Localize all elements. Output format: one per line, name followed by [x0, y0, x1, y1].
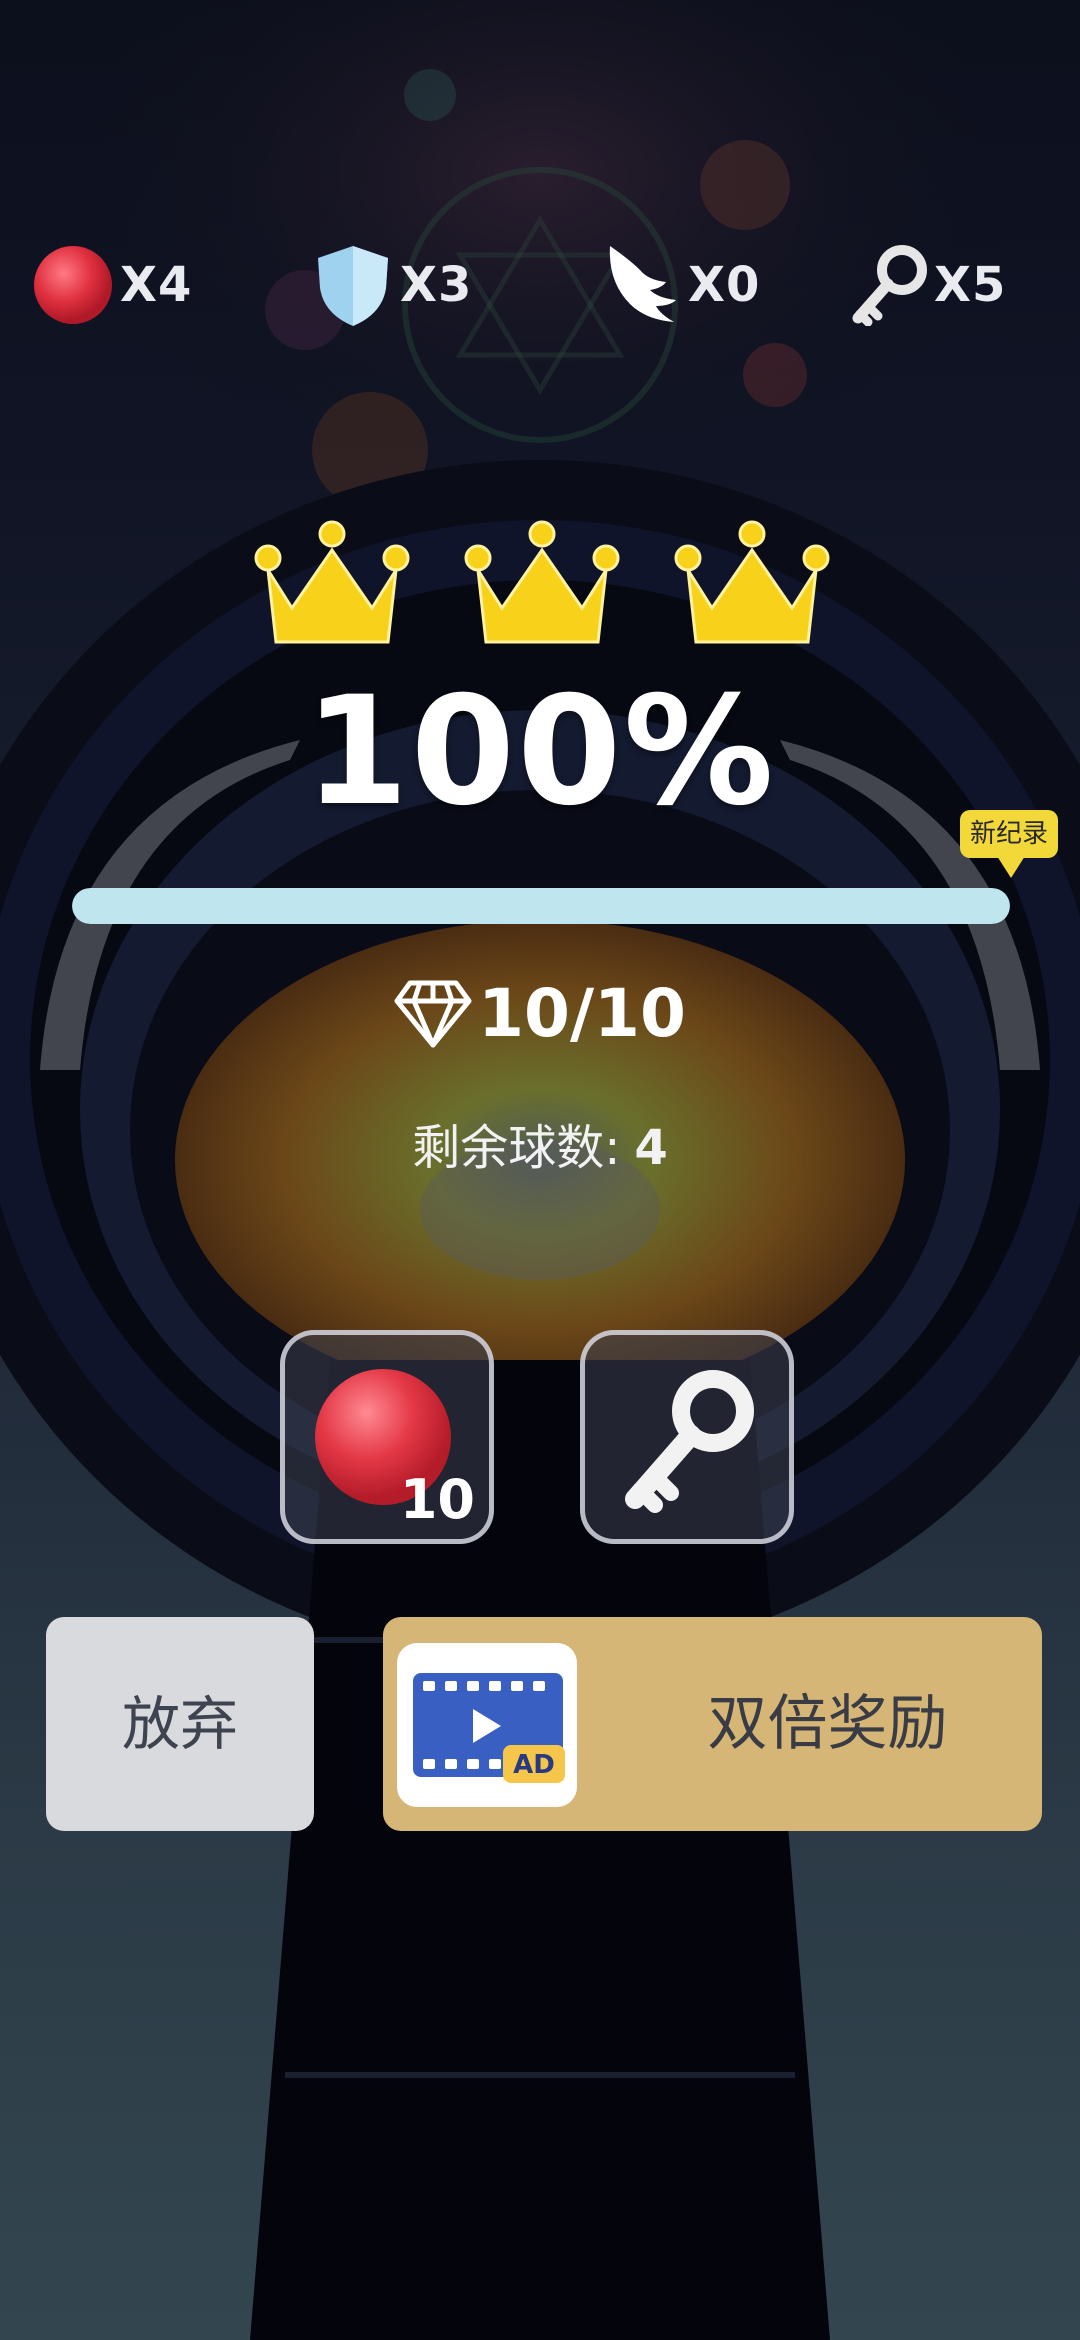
wings-count: X0 [688, 257, 761, 313]
resource-keys: X5 [850, 240, 1006, 330]
remaining-balls-value: 4 [634, 1120, 668, 1176]
remaining-balls: 剩余球数: 4 [0, 1108, 1080, 1178]
gems-count: 10/10 [478, 975, 686, 1052]
remaining-balls-label: 剩余球数: [412, 1120, 621, 1176]
crown-icon-3 [674, 520, 830, 644]
key-icon [625, 1370, 754, 1513]
shields-count: X3 [400, 257, 473, 313]
wing-icon [609, 246, 676, 322]
resource-balls: X4 [32, 240, 192, 330]
crown-icon-2 [464, 520, 620, 644]
new-record-badge: 新纪录 [960, 810, 1058, 858]
ball-item-count: 10 [399, 1468, 475, 1531]
crown-icon-1 [254, 520, 410, 644]
key-icon [852, 245, 927, 326]
resource-shields: X3 [312, 240, 472, 330]
key-item-button[interactable] [580, 1330, 794, 1544]
new-record-badge-tail [997, 856, 1025, 878]
ball-item-button[interactable]: 10 [280, 1330, 494, 1544]
double-reward-label: 双倍奖励 [707, 1689, 948, 1759]
gems-collected: 10/10 [0, 975, 1080, 1052]
ad-label: AD [513, 1750, 555, 1780]
double-reward-button[interactable]: AD 双倍奖励 [383, 1617, 1042, 1831]
balls-count: X4 [120, 257, 193, 313]
ad-video-icon-box: AD [397, 1643, 577, 1807]
progress-bar-fill [72, 888, 1010, 924]
resource-wings: X0 [600, 240, 760, 330]
progress-bar [72, 888, 1010, 924]
diamond-icon [394, 980, 472, 1047]
video-ad-icon: AD [413, 1673, 565, 1783]
completion-percent: 100% [304, 665, 776, 839]
red-ball-icon [34, 246, 112, 324]
give-up-button[interactable]: 放弃 [46, 1617, 314, 1831]
keys-count: X5 [934, 257, 1007, 313]
shield-icon [318, 246, 388, 326]
